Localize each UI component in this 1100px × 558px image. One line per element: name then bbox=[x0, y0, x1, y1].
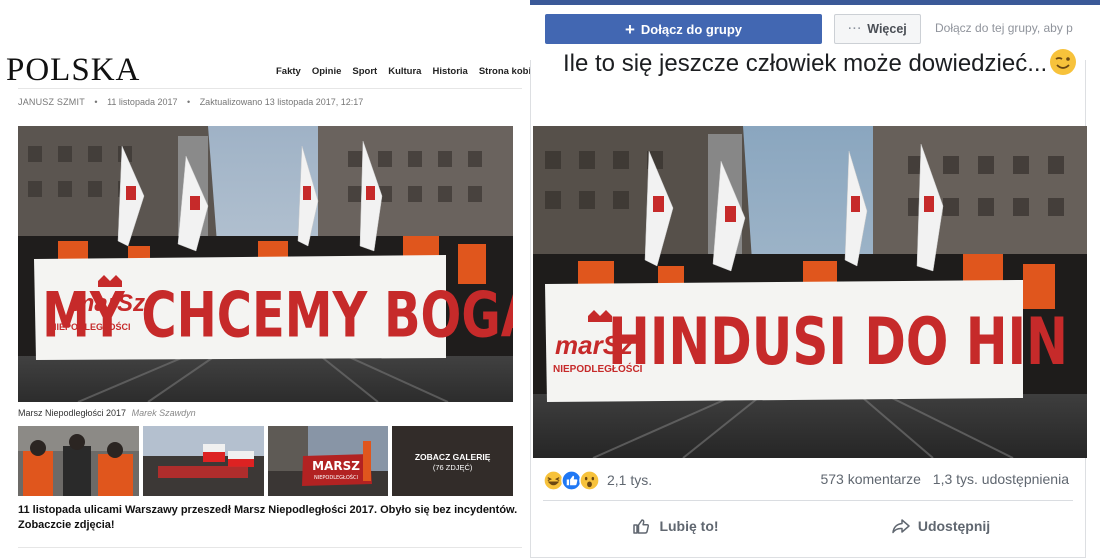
photo-credit: Marek Szawdyn bbox=[131, 408, 196, 418]
photo-caption: Marsz Niepodległości 2017 Marek Szawdyn bbox=[18, 408, 196, 418]
divider bbox=[18, 88, 522, 89]
comment-count-link[interactable]: 573 komentarze bbox=[820, 471, 920, 487]
reaction-count: 2,1 tys. bbox=[607, 472, 653, 488]
site-logo[interactable]: POLSKA bbox=[6, 52, 140, 89]
like-button[interactable]: Lubię to! bbox=[543, 506, 808, 546]
thumbs-up-icon bbox=[633, 519, 650, 534]
site-nav: Fakty Opinie Sport Kultura Historia Stro… bbox=[276, 66, 540, 77]
article-headline[interactable]: 11 listopada ulicami Warszawy przeszedł … bbox=[18, 503, 518, 533]
gallery-more-button[interactable]: ZOBACZ GALERIĘ (76 ZDJĘĆ) bbox=[392, 426, 513, 496]
caption-text: Marsz Niepodległości 2017 bbox=[18, 408, 127, 418]
join-group-label: Dołącz do grupy bbox=[640, 21, 743, 37]
nav-item-historia[interactable]: Historia bbox=[432, 66, 467, 77]
thumb-photo bbox=[142, 426, 264, 496]
wow-icon bbox=[579, 469, 600, 491]
share-count-link[interactable]: 1,3 tys. udostępnienia bbox=[933, 471, 1069, 487]
march-photo: marSz NIEPODLEGŁOŚCI MY CHCEMY BOGA bbox=[18, 126, 513, 402]
gallery-count: (76 ZDJĘĆ) bbox=[432, 463, 473, 472]
facebook-post-panel: + Dołącz do grupy ··· Więcej Dołącz do t… bbox=[530, 0, 1100, 558]
bullet-separator: • bbox=[94, 97, 98, 107]
gallery-thumb-1[interactable] bbox=[18, 426, 139, 496]
hero-photo[interactable]: marSz NIEPODLEGŁOŚCI MY CHCEMY BOGA bbox=[18, 126, 513, 402]
thumb-photo: MARSZ NIEPODLEGŁOŚCI bbox=[267, 426, 389, 496]
bullet-separator: • bbox=[187, 97, 191, 107]
reactions-summary[interactable]: 2,1 tys. bbox=[543, 469, 652, 491]
like-label: Lubię to! bbox=[659, 518, 719, 534]
ellipsis-icon: ··· bbox=[848, 23, 863, 35]
more-button[interactable]: ··· Więcej bbox=[834, 14, 921, 44]
thumb-photo bbox=[18, 426, 139, 496]
nav-item-sport[interactable]: Sport bbox=[352, 66, 377, 77]
news-article-panel: POLSKA Fakty Opinie Sport Kultura Histor… bbox=[0, 0, 540, 558]
post-message: Ile to się jeszcze człowiek może dowiedz… bbox=[563, 50, 1048, 77]
nav-item-opinie[interactable]: Opinie bbox=[312, 66, 342, 77]
share-label: Udostępnij bbox=[917, 518, 991, 534]
share-arrow-icon bbox=[892, 519, 910, 534]
post-image[interactable]: marSz NIEPODLEGŁOŚCI HINDUSI DO HIN bbox=[533, 126, 1087, 458]
nav-item-fakty[interactable]: Fakty bbox=[276, 66, 301, 77]
post-stats: 573 komentarze 1,3 tys. udostępnienia bbox=[820, 471, 1069, 487]
manipulated-march-photo: marSz NIEPODLEGŁOŚCI HINDUSI DO HIN bbox=[533, 126, 1087, 458]
gallery-thumb-2[interactable] bbox=[142, 426, 264, 496]
more-label: Więcej bbox=[867, 22, 907, 36]
divider bbox=[543, 500, 1073, 501]
post-text: Ile to się jeszcze człowiek może dowiedz… bbox=[563, 48, 1083, 80]
post-actions: Lubię to! Udostępnij bbox=[543, 506, 1073, 546]
author-name[interactable]: JANUSZ SZMIT bbox=[18, 97, 85, 107]
wink-emoji-icon bbox=[1050, 49, 1077, 75]
gallery-thumbnails: MARSZ NIEPODLEGŁOŚCI ZOBACZ GALERIĘ (76 … bbox=[18, 426, 513, 496]
plus-icon: + bbox=[624, 19, 635, 39]
post-card: Ile to się jeszcze człowiek może dowiedz… bbox=[530, 49, 1087, 558]
article-byline: JANUSZ SZMIT • 11 listopada 2017 • Zaktu… bbox=[18, 97, 363, 107]
banner-slogan: MY CHCEMY BOGA bbox=[42, 279, 513, 352]
divider bbox=[18, 547, 522, 548]
gallery-label: ZOBACZ GALERIĘ bbox=[414, 452, 491, 462]
banner-slogan: HINDUSI DO HIN bbox=[608, 303, 1068, 379]
join-group-button[interactable]: + Dołącz do grupy bbox=[545, 14, 822, 44]
nav-item-kultura[interactable]: Kultura bbox=[388, 66, 421, 77]
join-hint-text: Dołącz do tej grupy, aby p bbox=[935, 21, 1073, 35]
thumb-sign-text: MARSZ bbox=[312, 459, 360, 473]
gallery-thumb-3[interactable]: MARSZ NIEPODLEGŁOŚCI bbox=[267, 426, 389, 496]
facebook-top-bar bbox=[530, 0, 1100, 5]
thumb-sign-subtext: NIEPODLEGŁOŚCI bbox=[314, 474, 358, 481]
updated-date: Zaktualizowano 13 listopada 2017, 12:17 bbox=[199, 97, 364, 107]
share-button[interactable]: Udostępnij bbox=[808, 506, 1073, 546]
publish-date: 11 listopada 2017 bbox=[107, 97, 178, 107]
